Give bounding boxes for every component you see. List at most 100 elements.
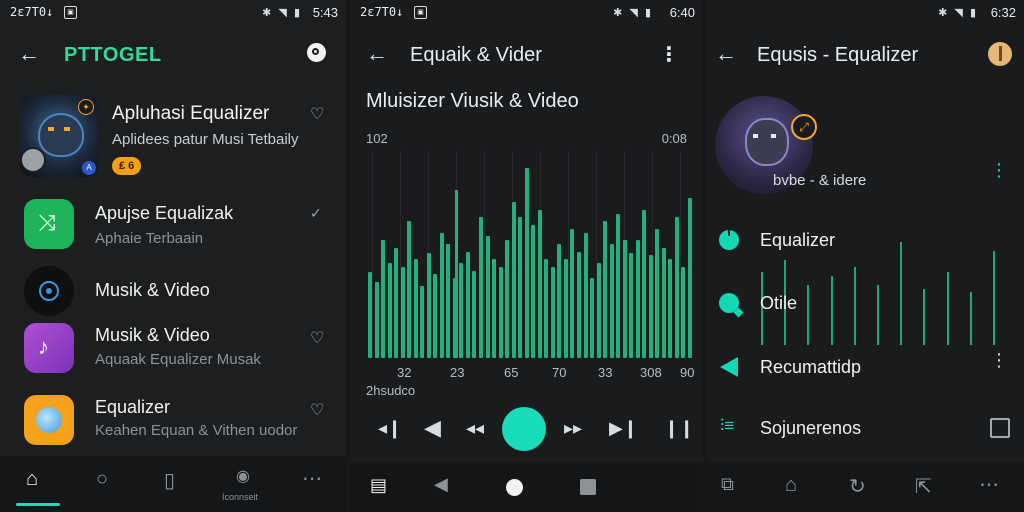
- featured-subtitle: Aplidees patur Musi Tetbaily: [112, 131, 299, 148]
- app-list-panel: 2ɛ7T0↓ ▣ ✱ ◥ ▮ 5:43 ← PTTOGEL ✦ A Apluha…: [0, 0, 346, 512]
- list-item-title: Apujse Equalizak: [95, 203, 234, 223]
- equalizer-line: [807, 285, 809, 345]
- more-icon[interactable]: ⋯: [979, 472, 999, 497]
- back-triangle-icon[interactable]: ◀: [434, 474, 448, 495]
- rewind-icon[interactable]: ◂◂: [466, 418, 484, 439]
- equalizer-line: [993, 251, 995, 345]
- home-circle-icon[interactable]: [506, 479, 523, 496]
- list-item-title: Equalizer: [95, 397, 171, 417]
- list-item-title: Musik & Video: [95, 280, 210, 300]
- screenshot-icon[interactable]: ⧉: [721, 474, 734, 495]
- heart-icon[interactable]: ♡: [310, 328, 324, 348]
- play-button[interactable]: [502, 407, 546, 451]
- axis-tick: 33: [598, 365, 613, 380]
- avatar-caption: bvbe - & idere: [773, 172, 867, 189]
- spectrum-bar: [486, 236, 490, 358]
- back-arrow-icon[interactable]: ←: [715, 41, 737, 67]
- spectrum-bar: [433, 274, 437, 358]
- spectrum-bar: [610, 244, 614, 358]
- overflow-menu-icon[interactable]: ⋮: [659, 42, 679, 67]
- profile-avatar-icon[interactable]: [988, 42, 1012, 66]
- status-time: 2ɛ7T0↓: [10, 5, 54, 19]
- bottom-nav: ⌂ ○ ▯ ◉ Iconnseit ⋯: [0, 456, 346, 512]
- previous-icon[interactable]: ◀: [424, 415, 441, 441]
- sliders-icon: ⫶≡: [720, 416, 735, 435]
- square-icon[interactable]: [580, 479, 596, 495]
- fast-forward-icon[interactable]: ▸▸: [564, 418, 582, 439]
- spectrum-bar: [518, 217, 522, 358]
- skip-next-icon[interactable]: ▶❙: [609, 418, 638, 439]
- menu-item-label: Equalizer: [760, 230, 836, 250]
- refresh-icon[interactable]: ↻: [849, 474, 866, 499]
- flame-icon: ⤢: [791, 114, 817, 140]
- spectrum-bar: [446, 244, 450, 358]
- spectrum-bar: [681, 267, 685, 358]
- axis-tick: 32: [397, 365, 412, 380]
- axis-tick: 70: [552, 365, 567, 380]
- store-icon: A: [82, 161, 96, 175]
- library-icon[interactable]: ▯: [164, 468, 175, 493]
- search-bubble-icon[interactable]: [307, 43, 326, 62]
- spectrum-bar: [414, 259, 418, 358]
- spectrum-bar: [551, 267, 555, 358]
- check-icon[interactable]: ✓: [310, 205, 322, 222]
- signal-icons: ✱ ◥ ▮: [613, 7, 653, 19]
- spectrum-bar: [662, 248, 666, 358]
- spectrum-bar: [629, 253, 633, 358]
- nav-profile[interactable]: ◉ Iconnseit: [220, 456, 270, 512]
- spectrum-bar: [375, 282, 379, 358]
- spectrum-bar: [427, 253, 431, 358]
- app-header: ← PTTOGEL: [0, 28, 346, 82]
- axis-tick: 308: [640, 365, 662, 380]
- app-artwork: ✦ A: [20, 95, 98, 177]
- pause-icon[interactable]: ❙❙: [664, 418, 694, 439]
- back-arrow-icon[interactable]: ←: [366, 41, 388, 67]
- status-bar: 2ɛ7T0↓ ▣ ✱ ◥ ▮ 6:40: [350, 0, 703, 26]
- back-arrow-icon[interactable]: ←: [18, 41, 40, 67]
- spectrum-bar: [544, 259, 548, 358]
- nav-home[interactable]: ⌂: [14, 456, 62, 512]
- spectrum-bar: [466, 252, 470, 358]
- search-icon[interactable]: ○: [96, 468, 108, 491]
- disc-icon: [24, 266, 74, 316]
- right-value: 0:08: [661, 131, 687, 146]
- equalizer-line: [970, 292, 972, 345]
- more-icon[interactable]: ⋯: [302, 466, 322, 491]
- menu-item-label: Otile: [760, 293, 798, 313]
- home-icon[interactable]: ⌂: [785, 474, 797, 497]
- spectrum-bar: [492, 259, 496, 358]
- spectrum-bar: [394, 248, 398, 358]
- overflow-menu-icon[interactable]: ⋮: [990, 350, 1008, 371]
- spectrum-bar: [459, 263, 463, 358]
- heart-icon[interactable]: ♡: [310, 104, 324, 124]
- nav-label: Iconnseit: [222, 492, 259, 502]
- recents-icon[interactable]: ▤: [370, 475, 387, 496]
- volume-icon[interactable]: ◂❙: [378, 418, 402, 439]
- list-item-subtitle: Keahen Equan & Vithen uodor: [95, 422, 298, 439]
- spectrum-bar: [440, 233, 444, 358]
- wand-icon: ⤨: [24, 199, 74, 249]
- spectrum-bar: [388, 263, 392, 358]
- share-icon[interactable]: ⇱: [915, 474, 932, 499]
- list-item-title: Musik & Video: [95, 325, 210, 345]
- chat-bubble-icon: [719, 293, 744, 318]
- spectrum-bar: [479, 217, 483, 358]
- spectrum-bar: [655, 229, 659, 358]
- playhead[interactable]: [455, 190, 458, 358]
- sim-icon: ▣: [414, 6, 427, 19]
- grid-line: [568, 150, 569, 358]
- heart-icon[interactable]: ♡: [310, 400, 324, 420]
- spectrum-bar: [570, 229, 574, 358]
- grid-line: [484, 150, 485, 358]
- spectrum-bar: [623, 240, 627, 358]
- equalizer-line: [923, 289, 925, 345]
- spectrum-bar: [368, 272, 372, 358]
- home-icon: ⌂: [26, 468, 39, 490]
- power-icon: [719, 227, 739, 250]
- spectrum-bar: [381, 240, 385, 358]
- overflow-menu-icon[interactable]: ⋮: [990, 160, 1008, 181]
- spectrum-bar: [675, 217, 679, 358]
- checkbox[interactable]: [990, 418, 1010, 438]
- spectrum-bar: [564, 259, 568, 358]
- axis-tick: 90: [680, 365, 695, 380]
